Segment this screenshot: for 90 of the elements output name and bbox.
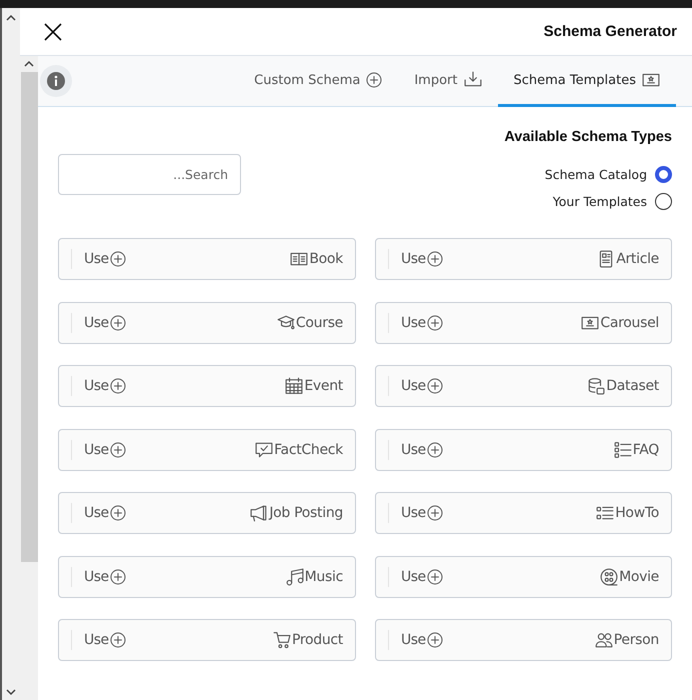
- search-field[interactable]: ...Search: [58, 154, 241, 195]
- scroll-up-icon[interactable]: [24, 60, 34, 67]
- schema-type-label: FactCheck: [274, 442, 343, 458]
- schema-card[interactable]: Use Book: [58, 238, 356, 280]
- plus-circle-icon: [426, 632, 443, 648]
- schema-card[interactable]: Use FAQ: [375, 428, 672, 470]
- certificate-icon: [642, 71, 660, 89]
- close-icon[interactable]: [44, 22, 62, 40]
- plus-circle-icon: [110, 314, 126, 330]
- schema-type-label: Event: [304, 378, 343, 394]
- schema-card[interactable]: Use Product: [58, 619, 356, 661]
- plus-circle-icon: [426, 314, 443, 330]
- schema-card[interactable]: Use Article: [375, 238, 672, 280]
- schema-type-label: Person: [614, 632, 659, 648]
- schema-type-label: Dataset: [606, 378, 659, 394]
- database-icon: [587, 377, 606, 395]
- info-button[interactable]: [40, 65, 72, 97]
- film-reel-icon: [600, 568, 618, 586]
- use-button[interactable]: Use: [84, 314, 126, 330]
- schema-card[interactable]: Use Dataset: [375, 365, 672, 407]
- schema-card[interactable]: Use Carousel: [375, 302, 672, 344]
- plus-circle-icon: [426, 442, 443, 458]
- tab[interactable]: Custom Schema: [238, 56, 398, 107]
- schema-card[interactable]: Use Event: [58, 365, 356, 407]
- plus-circle-icon: [366, 72, 382, 88]
- use-button[interactable]: Use: [401, 632, 443, 648]
- scrollbar[interactable]: [0, 8, 20, 700]
- download-icon: [464, 71, 482, 89]
- schema-type-label: Movie: [619, 568, 659, 584]
- schema-type-label: Article: [616, 251, 659, 267]
- schema-card[interactable]: Use Movie: [375, 556, 672, 598]
- schema-card[interactable]: Use Music: [58, 556, 356, 598]
- use-button[interactable]: Use: [84, 505, 126, 521]
- radio-button[interactable]: [655, 193, 672, 210]
- use-button[interactable]: Use: [401, 505, 443, 521]
- scroll-down-icon[interactable]: [6, 689, 16, 696]
- plus-circle-icon: [426, 378, 443, 394]
- radio-label: Your Templates: [552, 194, 647, 209]
- section-title: Available Schema Types: [504, 129, 672, 145]
- scrollbar-thumb[interactable]: [20, 72, 38, 562]
- use-button[interactable]: Use: [84, 568, 126, 584]
- schema-card[interactable]: Use Course: [58, 302, 356, 344]
- schema-type-label: Book: [309, 251, 343, 267]
- plus-circle-icon: [110, 568, 126, 584]
- schema-card[interactable]: Use Job Posting: [58, 492, 356, 534]
- tab[interactable]: Schema Templates: [498, 56, 676, 107]
- graduation-cap-icon: [276, 314, 295, 332]
- use-button[interactable]: Use: [84, 632, 126, 648]
- info-icon: [47, 72, 65, 90]
- plus-circle-icon: [110, 378, 126, 394]
- list-icon: [596, 504, 614, 522]
- chat-check-icon: [255, 440, 274, 458]
- use-button[interactable]: Use: [401, 568, 443, 584]
- use-button[interactable]: Use: [401, 314, 443, 330]
- schema-card[interactable]: Use FactCheck: [58, 428, 356, 470]
- use-button[interactable]: Use: [401, 251, 443, 267]
- plus-circle-icon: [110, 251, 126, 267]
- megaphone-icon: [250, 504, 268, 522]
- window-title: Schema Generator: [544, 23, 677, 40]
- tab[interactable]: Import: [398, 56, 498, 107]
- radio-button[interactable]: [655, 166, 672, 183]
- schema-type-label: Job Posting: [269, 505, 343, 521]
- use-button[interactable]: Use: [84, 251, 126, 267]
- plus-circle-icon: [426, 505, 443, 521]
- plus-circle-icon: [110, 632, 126, 648]
- plus-circle-icon: [426, 568, 443, 584]
- calendar-icon: [285, 377, 304, 395]
- people-icon: [594, 631, 613, 649]
- plus-circle-icon: [110, 442, 126, 458]
- schema-type-label: FAQ: [632, 442, 659, 458]
- plus-circle-icon: [110, 505, 126, 521]
- scroll-up-icon[interactable]: [6, 14, 16, 21]
- use-button[interactable]: Use: [84, 378, 126, 394]
- schema-type-label: Music: [304, 568, 343, 584]
- schema-type-label: Carousel: [600, 314, 659, 330]
- use-button[interactable]: Use: [84, 442, 126, 458]
- list-icon: [614, 440, 632, 458]
- radio-label: Schema Catalog: [544, 167, 647, 182]
- schema-card[interactable]: Use HowTo: [375, 492, 672, 534]
- schema-type-label: Product: [292, 632, 343, 648]
- plus-circle-icon: [426, 251, 443, 267]
- book-icon: [290, 250, 308, 268]
- schema-card[interactable]: Use Person: [375, 619, 672, 661]
- scrollbar[interactable]: [20, 56, 38, 700]
- use-button[interactable]: Use: [401, 442, 443, 458]
- schema-type-label: HowTo: [615, 505, 659, 521]
- music-note-icon: [286, 568, 304, 586]
- use-button[interactable]: Use: [401, 378, 443, 394]
- schema-type-label: Course: [296, 314, 343, 330]
- cart-icon: [272, 631, 291, 649]
